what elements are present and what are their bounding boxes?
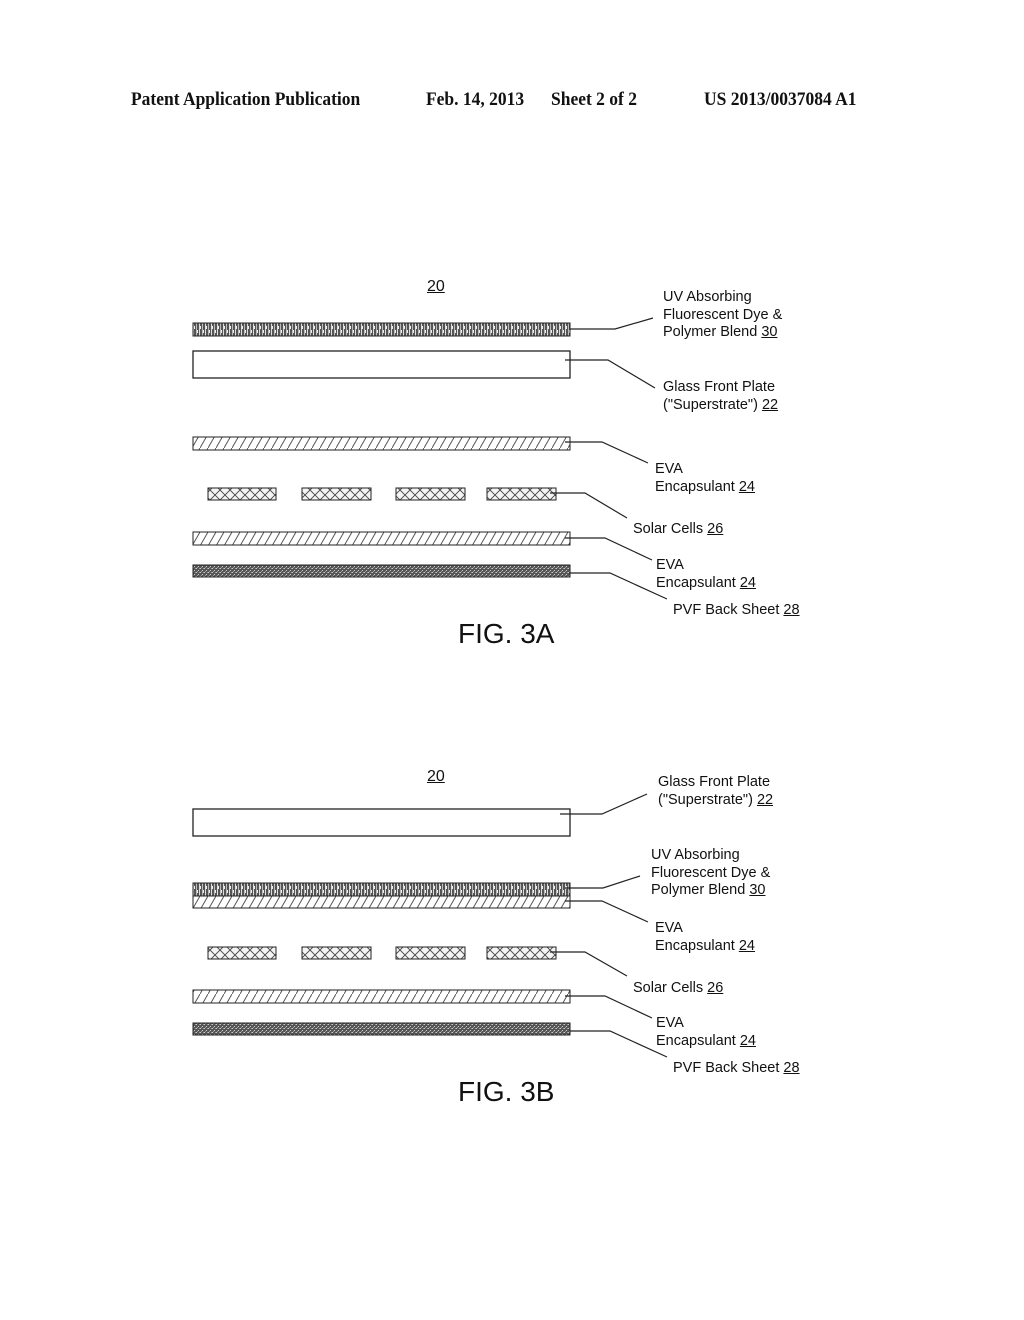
fig3b-label-uv-dye: UV Absorbing Fluorescent Dye & Polymer B… xyxy=(651,847,770,900)
fig3a-solar-cell xyxy=(395,487,466,501)
fig3a-solar-cell xyxy=(207,487,277,501)
fig3b-caption: FIG. 3B xyxy=(458,1076,555,1107)
label-line: UV Absorbing xyxy=(663,289,752,305)
reference-number: 22 xyxy=(761,396,779,413)
label-line: EVA xyxy=(656,1015,684,1031)
label-line: Solar Cells 26 xyxy=(633,980,723,998)
fig3b-assembly-ref: 20 xyxy=(427,768,445,785)
fig3b-layers xyxy=(192,808,571,1036)
fig3a-solar-cell xyxy=(301,487,372,501)
leader-line xyxy=(565,875,641,889)
label-text: Solar Cells xyxy=(633,521,708,537)
fig3b-label-solar-cells: Solar Cells 26 xyxy=(633,980,723,998)
label-line: EVA xyxy=(655,461,683,477)
fig3b-label-eva-top: EVA Encapsulant 24 xyxy=(655,920,755,955)
fig3b-pvf-back-sheet xyxy=(192,1022,571,1036)
fig3a-pvf-back-sheet xyxy=(192,564,571,578)
label-line: Fluorescent Dye & xyxy=(651,864,771,881)
fig3a-label-eva-top: EVA Encapsulant 24 xyxy=(655,461,755,496)
label-text: Encapsulant xyxy=(656,574,740,591)
label-line: PVF Back Sheet 28 xyxy=(673,602,800,620)
leader-line xyxy=(560,793,648,815)
label-line: Polymer Blend 30 xyxy=(651,882,770,900)
label-text: Polymer Blend xyxy=(663,324,762,340)
label-line: Glass Front Plate xyxy=(658,774,771,790)
fig3b-label-pvf: PVF Back Sheet 28 xyxy=(673,1060,800,1078)
label-line: ("Superstrate") 22 xyxy=(658,792,773,810)
reference-number: 24 xyxy=(738,478,755,495)
label-text: Polymer Blend xyxy=(651,882,750,898)
reference-number: 22 xyxy=(756,791,774,808)
label-text: Encapsulant xyxy=(656,1032,740,1049)
label-text: ("Superstrate") xyxy=(663,396,762,413)
reference-number: 24 xyxy=(738,937,755,954)
fig3a-layers xyxy=(192,322,571,578)
reference-number: 28 xyxy=(783,1060,800,1076)
fig3b-label-glass: Glass Front Plate ("Superstrate") 22 xyxy=(658,774,773,809)
leader-line xyxy=(550,951,628,977)
fig3b-glass-front-plate xyxy=(192,808,571,837)
fig3a-solar-cell xyxy=(486,487,557,501)
fig3b-label-eva-bottom: EVA Encapsulant 24 xyxy=(656,1015,756,1050)
fig3b-solar-cell xyxy=(395,946,466,960)
leader-line xyxy=(565,441,649,464)
fig3a-label-uv-dye: UV Absorbing Fluorescent Dye & Polymer B… xyxy=(663,289,782,342)
reference-number: 30 xyxy=(761,324,778,340)
reference-number: 26 xyxy=(707,980,724,996)
label-line: UV Absorbing xyxy=(651,847,740,863)
fig3a-glass-front-plate xyxy=(192,350,571,379)
label-text: Solar Cells xyxy=(633,980,708,996)
label-line: Polymer Blend 30 xyxy=(663,324,782,342)
label-line: EVA xyxy=(655,920,683,936)
label-line: Solar Cells 26 xyxy=(633,521,723,539)
leader-line xyxy=(565,995,653,1019)
label-text: Encapsulant xyxy=(655,937,739,954)
fig3b-solar-cell xyxy=(207,946,277,960)
reference-number: 26 xyxy=(707,521,724,537)
label-line: Encapsulant 24 xyxy=(655,479,755,497)
leader-line xyxy=(565,359,656,389)
label-line: Fluorescent Dye & xyxy=(663,306,783,323)
fig3a-label-pvf: PVF Back Sheet 28 xyxy=(673,602,800,620)
fig3a-uv-dye-layer xyxy=(192,322,571,337)
label-text: Encapsulant xyxy=(655,478,739,495)
label-line: Encapsulant 24 xyxy=(656,575,756,593)
fig3a-eva-encapsulant-bottom xyxy=(192,531,571,546)
leader-line xyxy=(565,900,649,923)
fig3a-caption: FIG. 3A xyxy=(458,618,555,649)
fig3a-label-eva-bottom: EVA Encapsulant 24 xyxy=(656,557,756,592)
fig3b-solar-cell xyxy=(301,946,372,960)
fig3a-leader-lines xyxy=(550,317,668,600)
label-line: EVA xyxy=(656,557,684,573)
leader-line xyxy=(570,317,654,330)
label-line: Encapsulant 24 xyxy=(655,938,755,956)
label-text: ("Superstrate") xyxy=(658,791,757,808)
fig3a-assembly-ref: 20 xyxy=(427,278,445,295)
reference-number: 28 xyxy=(783,602,800,618)
fig3b-eva-encapsulant-top xyxy=(192,895,571,909)
fig3a-label-solar-cells: Solar Cells 26 xyxy=(633,521,723,539)
fig3b-eva-encapsulant-bottom xyxy=(192,989,571,1004)
leader-line xyxy=(565,537,653,561)
leader-line xyxy=(570,572,668,600)
label-line: ("Superstrate") 22 xyxy=(663,397,778,415)
label-text: PVF Back Sheet xyxy=(673,1060,784,1076)
leader-line xyxy=(570,1030,668,1058)
fig3a-eva-encapsulant-top xyxy=(192,436,571,451)
reference-number: 24 xyxy=(739,1032,756,1049)
leader-line xyxy=(550,492,628,519)
label-line: PVF Back Sheet 28 xyxy=(673,1060,800,1078)
reference-number: 24 xyxy=(739,574,756,591)
patent-drawing xyxy=(192,317,668,1058)
label-text: PVF Back Sheet xyxy=(673,602,784,618)
label-line: Glass Front Plate xyxy=(663,379,776,395)
label-line: Encapsulant 24 xyxy=(656,1033,756,1051)
fig3b-solar-cell xyxy=(486,946,557,960)
reference-number: 30 xyxy=(749,882,766,898)
fig3a-label-glass: Glass Front Plate ("Superstrate") 22 xyxy=(663,379,778,414)
fig3b-uv-dye-layer xyxy=(192,882,571,897)
